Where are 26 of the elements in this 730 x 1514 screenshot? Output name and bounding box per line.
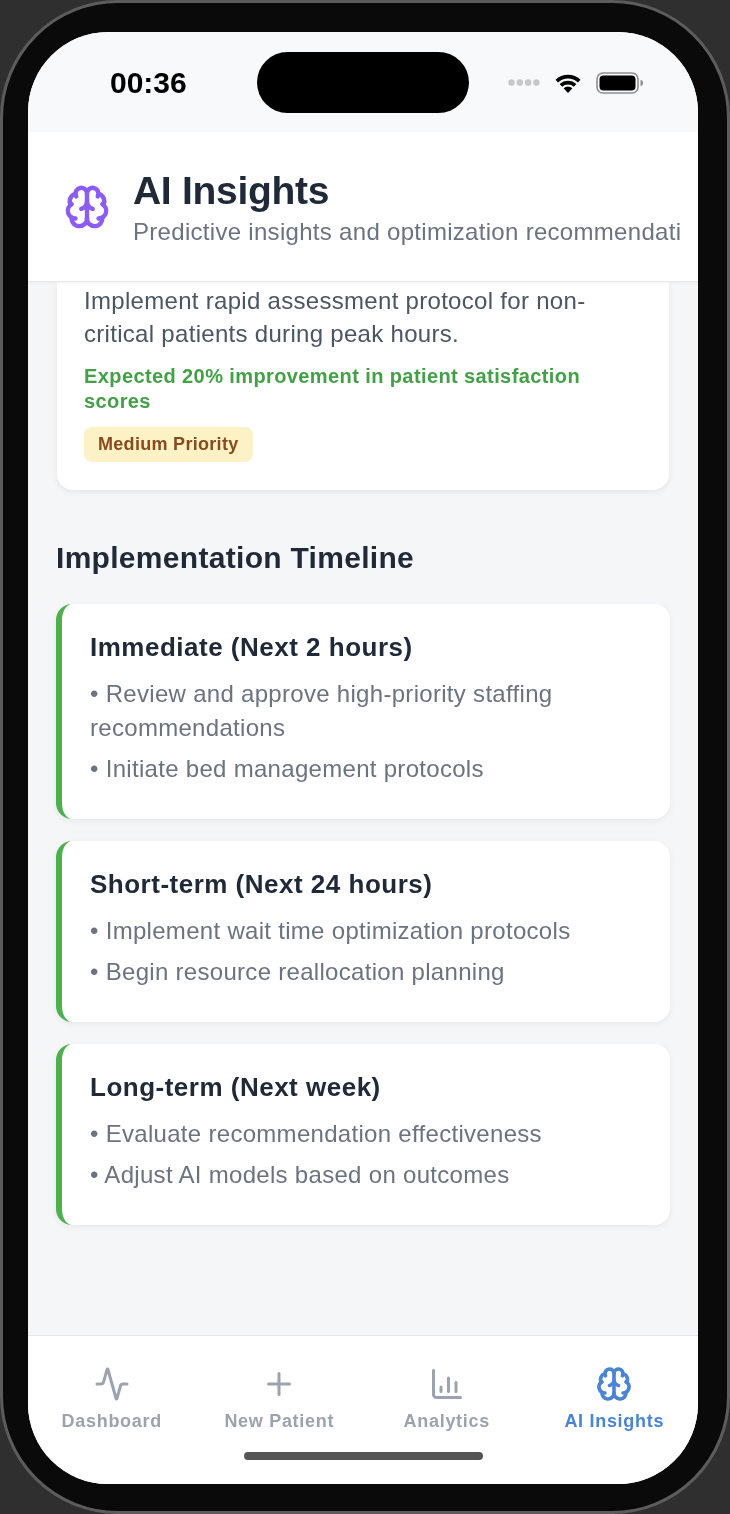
priority-badge: Medium Priority [84, 427, 253, 462]
phase-step: • Adjust AI models based on outcomes [90, 1158, 642, 1192]
section-title: Implementation Timeline [56, 541, 416, 575]
tab-button[interactable]: AI Insights [564, 1366, 665, 1432]
phase-title: Short-term (Next 24 hours) [90, 868, 434, 900]
battery-icon [596, 71, 643, 94]
phase-step: • Initiate bed management protocols [90, 752, 642, 786]
tab-button[interactable]: Analytics [403, 1366, 490, 1432]
tab-button[interactable]: New Patient [224, 1366, 335, 1432]
tab-button[interactable]: Dashboard [61, 1366, 162, 1432]
phase-step: • Evaluate recommendation effectiveness [90, 1117, 642, 1151]
phase-step: • Begin resource reallocation planning [90, 955, 642, 989]
pulse-icon [93, 1366, 130, 1402]
brain-icon [64, 183, 110, 230]
page-subtitle: Predictive insights and optimization recommendati [133, 217, 682, 246]
brain-icon [596, 1366, 633, 1402]
wifi-icon [554, 72, 582, 93]
phase-title: Long-term (Next week) [90, 1071, 382, 1103]
recommendation-description: Implement rapid assessment protocol for non-critical patients during peak hours. [84, 286, 587, 349]
phase-step: • Review and approve high-priority staffing recommendations [90, 677, 642, 745]
page-title: AI Insights [133, 167, 331, 214]
signal-dots-icon [508, 79, 540, 86]
expected-impact: Expected 20% improvement in patient satisfaction scores [84, 364, 581, 414]
phase-step: • Implement wait time optimization protocols [90, 914, 642, 948]
status-time: 00:36 [110, 65, 187, 100]
phase-title: Immediate (Next 2 hours) [90, 631, 414, 663]
